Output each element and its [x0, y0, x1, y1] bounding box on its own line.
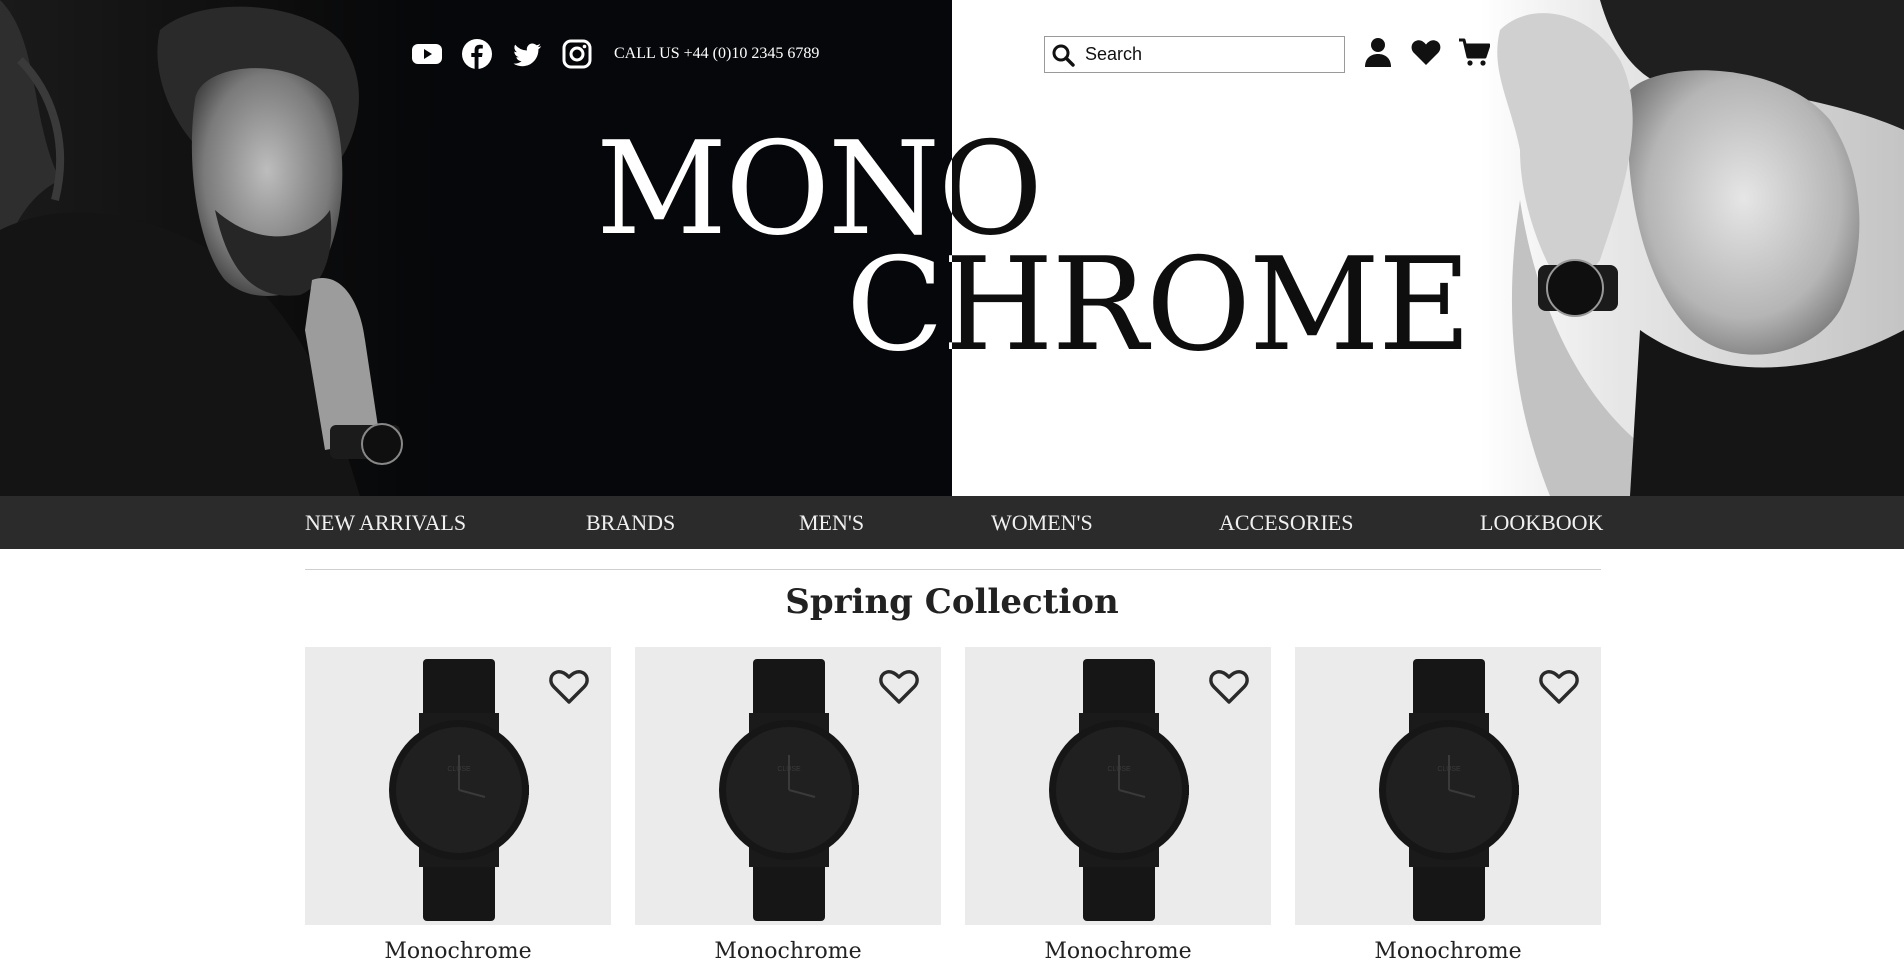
cart-icon[interactable] — [1456, 34, 1492, 70]
watch-image: CLUSE — [1379, 659, 1519, 921]
watch-image: CLUSE — [389, 659, 529, 921]
nav-mens[interactable]: MEN'S — [799, 510, 864, 536]
logo-chrome-dark-split: CHROME — [846, 242, 952, 382]
section-title: Spring Collection — [785, 582, 1119, 622]
product-name[interactable]: Monochrome — [1295, 939, 1601, 964]
instagram-icon[interactable] — [560, 37, 594, 71]
watch-brand-mark: CLUSE — [447, 766, 471, 773]
product-image[interactable]: CLUSE — [965, 647, 1271, 925]
product-image[interactable]: CLUSE — [305, 647, 611, 925]
favorite-heart-icon[interactable] — [878, 666, 920, 706]
main-nav: NEW ARRIVALS BRANDS MEN'S WOMEN'S ACCESO… — [0, 496, 1904, 549]
search-input[interactable] — [1085, 44, 1325, 65]
twitter-icon[interactable] — [510, 37, 544, 71]
product-card[interactable]: CLUSE Monochrome — [1295, 647, 1601, 964]
logo-chrome-dark-text: CHROME — [846, 242, 952, 380]
model-photo-left — [0, 0, 440, 496]
product-name[interactable]: Monochrome — [635, 939, 941, 964]
social-links: CALL US +44 (0)10 2345 6789 — [410, 36, 819, 72]
section-divider — [305, 569, 1601, 570]
heart-icon[interactable] — [1408, 34, 1444, 70]
nav-new-arrivals[interactable]: NEW ARRIVALS — [305, 510, 466, 536]
product-image[interactable]: CLUSE — [1295, 647, 1601, 925]
user-icon[interactable] — [1360, 34, 1396, 70]
nav-accessories[interactable]: ACCESORIES — [1219, 510, 1353, 536]
facebook-icon[interactable] — [460, 37, 494, 71]
call-us-text: CALL US +44 (0)10 2345 6789 — [614, 45, 820, 62]
product-name[interactable]: Monochrome — [965, 939, 1271, 964]
hero-banner: CALL US +44 (0)10 2345 6789 MONO CHROME … — [0, 0, 1904, 496]
product-card[interactable]: CLUSE Monochrome — [635, 647, 941, 964]
nav-brands[interactable]: BRANDS — [586, 510, 675, 536]
youtube-icon[interactable] — [410, 37, 444, 71]
product-image[interactable]: CLUSE — [635, 647, 941, 925]
favorite-heart-icon[interactable] — [548, 666, 590, 706]
product-card[interactable]: CLUSE Monochrome — [305, 647, 611, 964]
nav-lookbook[interactable]: LOOKBOOK — [1480, 510, 1603, 536]
watch-image: CLUSE — [1049, 659, 1189, 921]
product-grid: CLUSE Monochrome CLUSE Monochrome CLUSE … — [305, 647, 1601, 964]
search-icon — [1052, 44, 1075, 67]
favorite-heart-icon[interactable] — [1538, 666, 1580, 706]
search-box[interactable] — [1044, 36, 1345, 73]
watch-brand-mark: CLUSE — [1437, 766, 1461, 773]
favorite-heart-icon[interactable] — [1208, 666, 1250, 706]
product-name[interactable]: Monochrome — [305, 939, 611, 964]
logo-mono-light-split: MONO — [952, 126, 1112, 266]
watch-image: CLUSE — [719, 659, 859, 921]
watch-brand-mark: CLUSE — [777, 766, 801, 773]
account-icons — [1360, 34, 1504, 70]
logo-mono-light-text: MONO — [952, 126, 1043, 264]
model-photo-right — [1480, 0, 1904, 496]
product-card[interactable]: CLUSE Monochrome — [965, 647, 1271, 964]
nav-womens[interactable]: WOMEN'S — [991, 510, 1093, 536]
watch-brand-mark: CLUSE — [1107, 766, 1131, 773]
